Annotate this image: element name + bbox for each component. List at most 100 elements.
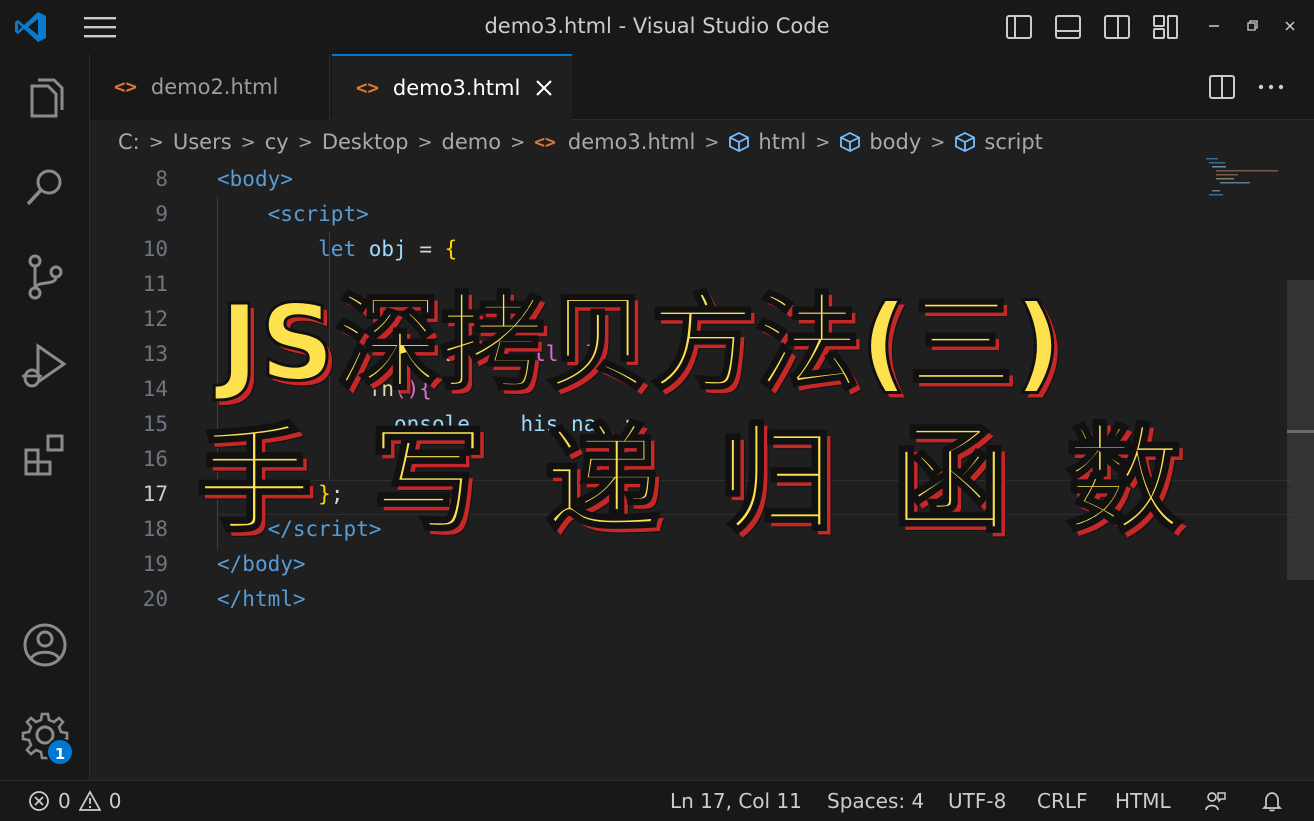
symbol-cube-icon xyxy=(840,131,861,153)
tab-demo3-html[interactable]: <> demo3.html xyxy=(332,54,572,120)
warning-count: 0 xyxy=(108,789,122,813)
extensions-icon[interactable] xyxy=(18,428,72,482)
code-token: > xyxy=(292,587,306,611)
code-token: obj xyxy=(368,237,407,261)
status-bar: 0 0 Ln 17, Col 11 Spaces: 4 UTF-8 CRLF H… xyxy=(0,780,1314,821)
code-line[interactable]: 15 onsole his.na ; xyxy=(90,407,1290,442)
code-line[interactable]: 9 <script> xyxy=(90,197,1290,232)
close-tab-icon[interactable] xyxy=(530,74,558,102)
code-line[interactable]: 8 <body> xyxy=(90,162,1290,197)
code-token: = xyxy=(406,237,445,261)
eol-setting[interactable]: CRLF xyxy=(1037,789,1088,813)
breadcrumb-item-symbol[interactable]: body xyxy=(839,130,921,154)
notification-badge: 1 xyxy=(46,738,74,766)
minimize-icon[interactable] xyxy=(1206,18,1222,34)
chevron-right-icon: > xyxy=(417,131,433,153)
line-number: 17 xyxy=(142,482,168,506)
code-text: <body> xyxy=(217,162,293,197)
code-line[interactable]: 13 sw , ll ] xyxy=(90,337,1290,372)
title-bar: demo3.html - Visual Studio Code xyxy=(0,0,1314,54)
line-number: 16 xyxy=(142,447,168,471)
code-token: na xyxy=(571,412,597,436)
toggle-secondary-sidebar-icon[interactable] xyxy=(1103,13,1131,41)
code-line[interactable]: 10 let obj = { xyxy=(90,232,1290,267)
menu-hamburger-icon[interactable] xyxy=(84,16,116,38)
code-token: </ xyxy=(267,517,293,541)
code-line[interactable]: 18 </script> xyxy=(90,512,1290,547)
cursor-position[interactable]: Ln 17, Col 11 xyxy=(670,789,802,813)
source-control-icon[interactable] xyxy=(18,250,72,304)
encoding-setting[interactable]: UTF-8 xyxy=(948,789,1006,813)
chevron-right-icon: > xyxy=(930,131,946,153)
line-number: 8 xyxy=(155,167,168,191)
code-text: fn(){ xyxy=(217,372,432,407)
code-token: < xyxy=(267,202,281,226)
code-line[interactable]: 14 fn(){ xyxy=(90,372,1290,407)
close-window-icon[interactable] xyxy=(1282,18,1298,34)
toggle-panel-icon[interactable] xyxy=(1054,13,1082,41)
breadcrumb-item[interactable]: demo xyxy=(442,130,502,154)
run-debug-icon[interactable] xyxy=(18,338,72,392)
toggle-primary-sidebar-icon[interactable] xyxy=(1005,13,1033,41)
code-line[interactable]: 19 </body> xyxy=(90,547,1290,582)
feedback-icon[interactable] xyxy=(1204,790,1226,812)
chevron-right-icon: > xyxy=(815,131,831,153)
code-editor[interactable]: 8 <body> 9 <script> 10 let obj = {11 12 13 sw… xyxy=(90,158,1314,780)
breadcrumb-item[interactable]: Desktop xyxy=(322,130,409,154)
vscode-logo-icon[interactable] xyxy=(14,10,48,44)
breadcrumb-item[interactable]: cy xyxy=(265,130,289,154)
line-number: 15 xyxy=(142,412,168,436)
code-token: > xyxy=(280,167,293,191)
code-text: onsole his.na ; xyxy=(217,407,634,442)
accounts-icon[interactable] xyxy=(18,618,72,672)
code-line[interactable]: 11 xyxy=(90,267,1290,302)
code-text: </html> xyxy=(217,582,306,617)
code-token: > xyxy=(292,552,306,576)
explorer-files-icon[interactable] xyxy=(18,72,72,126)
more-actions-icon[interactable] xyxy=(1256,72,1286,102)
breadcrumb-item-symbol[interactable]: html xyxy=(728,130,806,154)
code-token: { xyxy=(444,237,458,261)
customize-layout-icon[interactable] xyxy=(1152,13,1180,41)
chevron-right-icon: > xyxy=(148,131,164,153)
symbol-cube-icon xyxy=(729,131,750,153)
line-number: 14 xyxy=(142,377,168,401)
line-number: 19 xyxy=(142,552,168,576)
breadcrumb-item[interactable]: C: xyxy=(118,130,140,154)
breadcrumb-item[interactable]: Users xyxy=(173,130,232,154)
breadcrumb-item-symbol[interactable]: script xyxy=(954,130,1043,154)
search-icon[interactable] xyxy=(18,160,72,214)
code-line[interactable]: 20 </html> xyxy=(90,582,1290,617)
line-number: 11 xyxy=(142,272,168,296)
code-token: ll ] xyxy=(533,342,597,366)
warning-icon xyxy=(78,790,101,811)
html-file-icon: <> xyxy=(114,76,137,98)
symbol-cube-icon xyxy=(955,131,976,153)
line-number: 18 xyxy=(142,517,168,541)
chevron-right-icon: > xyxy=(510,131,526,153)
split-editor-icon[interactable] xyxy=(1207,72,1237,102)
restore-icon[interactable] xyxy=(1244,18,1260,34)
tab-demo2-html[interactable]: <> demo2.html xyxy=(90,54,330,120)
code-line[interactable]: 16 xyxy=(90,442,1290,477)
code-line[interactable]: 17 }; xyxy=(90,477,1290,512)
code-token: </ xyxy=(217,552,243,576)
notifications-bell-icon[interactable] xyxy=(1261,790,1283,812)
code-text: }; xyxy=(217,477,343,512)
code-token: ; xyxy=(330,482,344,506)
code-line[interactable]: 12 xyxy=(90,302,1290,337)
code-token: sw , xyxy=(368,342,534,366)
line-number: 9 xyxy=(155,202,168,226)
language-mode[interactable]: HTML xyxy=(1115,789,1171,813)
problems-indicator[interactable]: 0 0 xyxy=(28,789,121,813)
indentation-setting[interactable]: Spaces: 4 xyxy=(827,789,924,813)
code-token: script xyxy=(280,202,357,226)
tab-label: demo2.html xyxy=(150,75,279,99)
breadcrumb-item-file[interactable]: <> demo3.html xyxy=(534,130,695,154)
